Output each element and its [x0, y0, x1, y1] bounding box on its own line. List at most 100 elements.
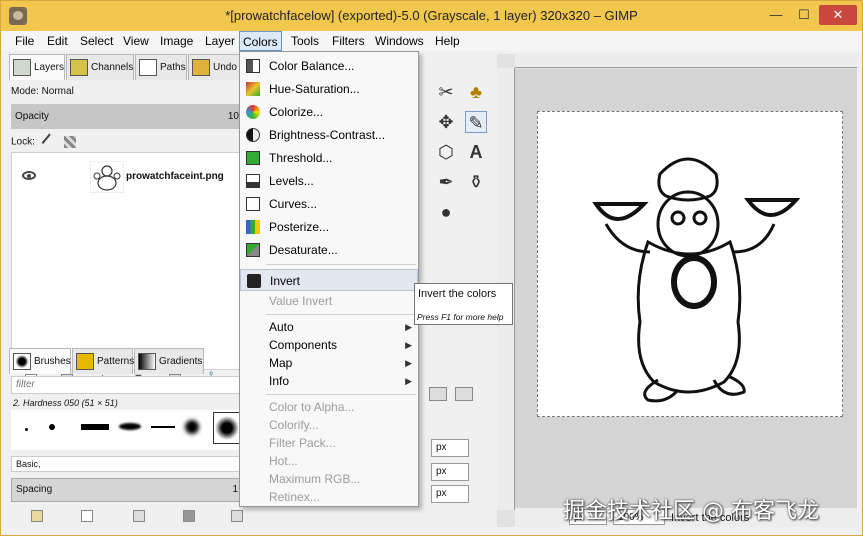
menu-colors[interactable]: Colors — [239, 31, 282, 51]
dodge-burn-icon[interactable]: ● — [435, 201, 457, 223]
brushes-tab-row: Brushes Patterns Gradients — [9, 348, 241, 374]
menu-select[interactable]: Select — [80, 34, 113, 48]
menu-item-hue-saturation[interactable]: Hue-Saturation... — [240, 78, 418, 100]
layer-row[interactable]: prowatchfaceint.png — [12, 159, 240, 195]
colors-menu: Color Balance... Hue-Saturation... Color… — [239, 51, 419, 507]
menu-windows[interactable]: Windows — [375, 34, 424, 48]
window-title: *[prowatchfacelow] (exported)-5.0 (Grays… — [225, 8, 638, 23]
menu-item-info[interactable]: Info ▶ — [240, 370, 418, 392]
horizontal-ruler[interactable] — [515, 54, 857, 68]
menu-item-value-invert[interactable]: Value Invert — [240, 290, 418, 312]
curves-icon — [246, 197, 260, 211]
opacity-label: Opacity — [15, 111, 49, 122]
tab-brushes[interactable]: Brushes — [9, 348, 71, 374]
move-tool-icon[interactable]: ✥ — [435, 111, 457, 133]
tab-paths[interactable]: Paths — [135, 54, 187, 80]
tab-channels[interactable]: Channels — [66, 54, 134, 80]
threshold-icon — [246, 151, 260, 165]
menu-edit[interactable]: Edit — [47, 34, 68, 48]
brush-filter-input[interactable]: filter — [11, 376, 241, 394]
delete-brush-icon[interactable] — [183, 510, 195, 522]
canvas-background — [515, 69, 857, 509]
eye-icon[interactable] — [22, 171, 36, 180]
menu-item-brightness-contrast[interactable]: Brightness-Contrast... — [240, 124, 418, 146]
layers-icon — [13, 59, 31, 76]
option-toggle-icon[interactable] — [429, 387, 447, 401]
tab-gradients-label: Gradients — [159, 356, 203, 367]
unit-select-3[interactable]: px — [431, 485, 469, 503]
tab-gradients[interactable]: Gradients — [134, 348, 204, 374]
cage-tool-icon[interactable]: ⬡ — [435, 141, 457, 163]
posterize-icon — [246, 220, 260, 234]
tooltip-title: Invert the colors — [418, 288, 497, 300]
close-button[interactable]: ✕ — [819, 5, 857, 25]
menu-item-label: Filter Pack... — [269, 436, 336, 450]
menu-image[interactable]: Image — [160, 34, 193, 48]
tab-layers-label: Layers — [34, 62, 65, 73]
menu-separator — [266, 394, 416, 395]
menu-view[interactable]: View — [123, 34, 149, 48]
menu-item-threshold[interactable]: Threshold... — [240, 147, 418, 169]
minimize-button[interactable]: — — [763, 5, 789, 25]
menu-item-curves[interactable]: Curves... — [240, 193, 418, 215]
lock-row: Lock: — [11, 133, 77, 151]
image-canvas[interactable] — [537, 111, 843, 417]
tab-channels-label: Channels — [91, 62, 134, 73]
brush-preview-selected[interactable] — [213, 412, 241, 444]
maximize-button[interactable]: ☐ — [791, 5, 817, 25]
brush-icon — [13, 353, 31, 370]
menu-item-color-balance[interactable]: Color Balance... — [240, 55, 418, 77]
tooltip: Invert the colors Press F1 for more help — [414, 283, 513, 325]
menu-separator — [266, 264, 416, 265]
color-picker-icon[interactable]: ✒ — [435, 171, 457, 193]
menu-filters[interactable]: Filters — [332, 34, 365, 48]
menu-item-label: Hue-Saturation... — [269, 82, 360, 96]
layer-list: prowatchfaceint.png — [11, 152, 241, 370]
brush-preview[interactable] — [81, 424, 109, 430]
new-brush-icon[interactable] — [81, 510, 93, 522]
opacity-slider[interactable]: Opacity 10 — [11, 104, 241, 129]
unit-select-2[interactable]: px — [431, 463, 469, 481]
text-tool-icon[interactable]: A — [465, 141, 487, 163]
lock-alpha-icon[interactable] — [64, 136, 77, 148]
unit-select-1[interactable]: px — [431, 439, 469, 457]
tab-undo[interactable]: Undo — [188, 54, 241, 80]
menu-item-desaturate[interactable]: Desaturate... — [240, 239, 418, 261]
menu-item-invert[interactable]: Invert — [240, 269, 418, 291]
lock-pixels-icon[interactable] — [41, 133, 59, 151]
duplicate-brush-icon[interactable] — [133, 510, 145, 522]
gradient-icon — [138, 353, 156, 370]
menu-item-levels[interactable]: Levels... — [240, 170, 418, 192]
brush-preview[interactable] — [25, 428, 28, 431]
menu-item-posterize[interactable]: Posterize... — [240, 216, 418, 238]
brush-preview[interactable] — [49, 424, 55, 430]
scissors-tool-icon[interactable]: ✂ — [435, 81, 457, 103]
layer-mode[interactable]: Mode: Normal — [11, 86, 74, 97]
menu-item-label: Brightness-Contrast... — [269, 128, 386, 142]
airbrush-icon[interactable]: ⚱ — [465, 171, 487, 193]
fuzzy-select-icon[interactable]: ♣ — [465, 81, 487, 103]
pencil-tool-icon[interactable]: ✎ — [465, 111, 487, 133]
menu-help[interactable]: Help — [435, 34, 460, 48]
brush-grid[interactable] — [11, 410, 241, 450]
menu-item-colorize[interactable]: Colorize... — [240, 101, 418, 123]
menu-item-retinex[interactable]: Retinex... — [240, 486, 418, 508]
menu-item-label: Map — [269, 356, 293, 370]
spacing-slider[interactable]: Spacing 1 — [11, 478, 241, 502]
brush-preview[interactable] — [185, 420, 199, 434]
option-toggle-icon[interactable] — [455, 387, 473, 401]
menu-layer[interactable]: Layer — [205, 34, 235, 48]
brush-preview[interactable] — [151, 426, 175, 428]
brush-preview[interactable] — [119, 423, 141, 430]
toolbox: ✂ ♣ ✥ ✎ ⬡ A ✒ ⚱ ● — [421, 77, 489, 237]
tab-paths-label: Paths — [160, 62, 186, 73]
tab-patterns[interactable]: Patterns — [72, 348, 134, 374]
menu-file[interactable]: File — [15, 34, 34, 48]
menu-tools[interactable]: Tools — [291, 34, 319, 48]
edit-brush-icon[interactable] — [31, 510, 43, 522]
refresh-brushes-icon[interactable] — [231, 510, 243, 522]
brightness-contrast-icon — [246, 128, 260, 142]
pattern-icon — [76, 353, 94, 370]
tab-layers[interactable]: Layers — [9, 54, 65, 80]
brush-preset[interactable]: Basic, — [11, 456, 241, 472]
